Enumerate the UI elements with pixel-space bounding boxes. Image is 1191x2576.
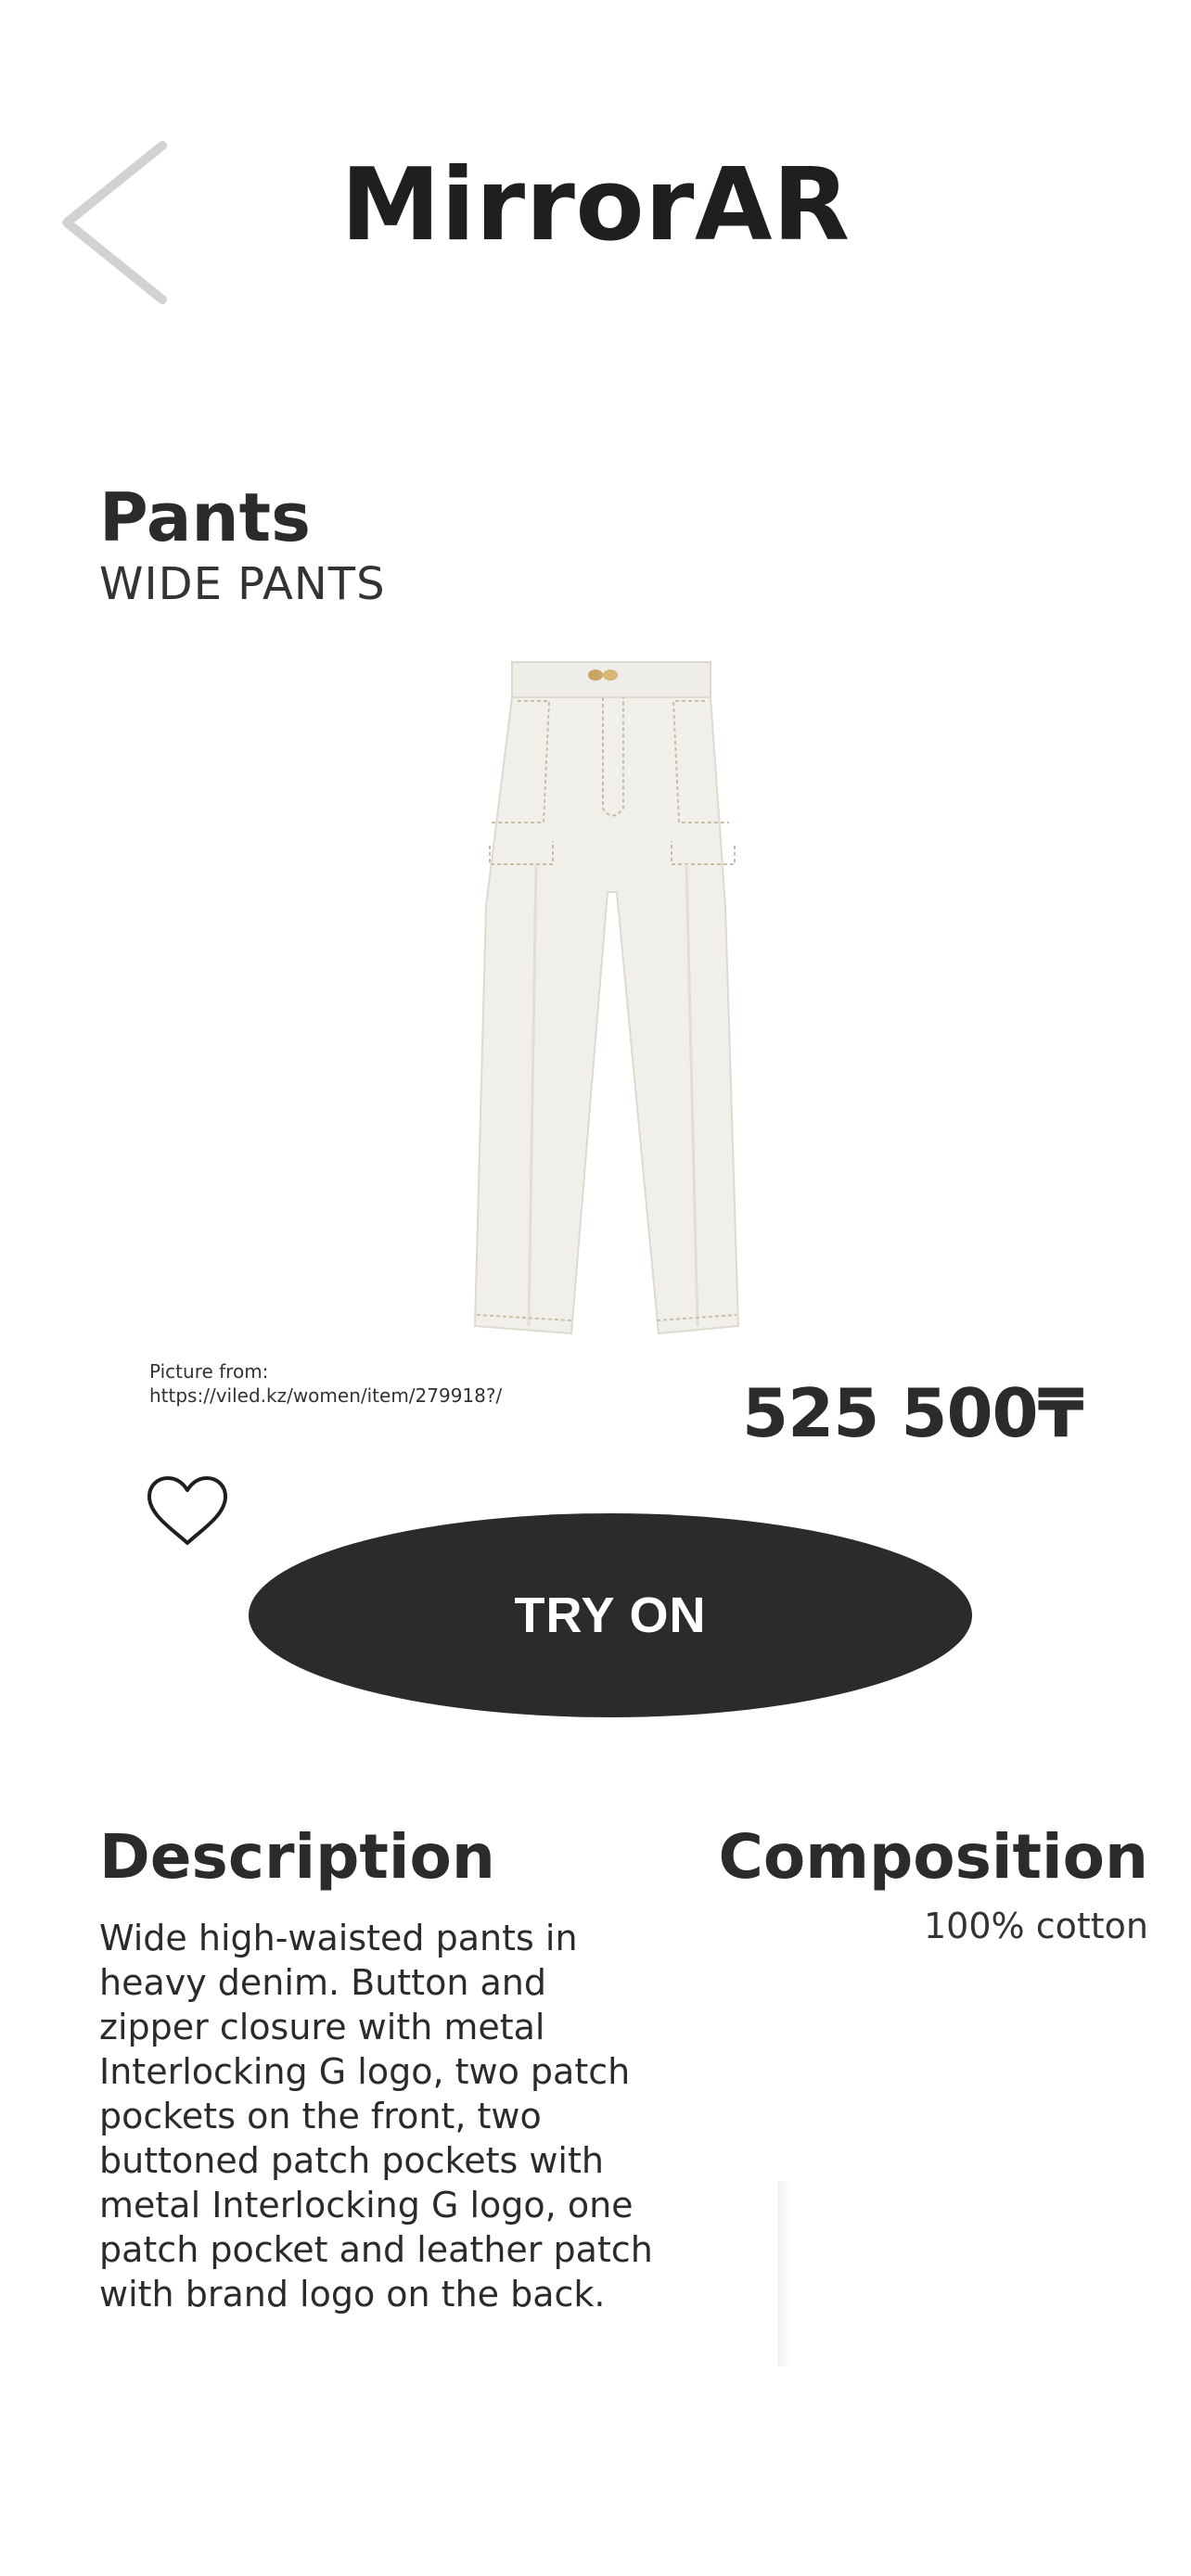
image-credit-url[interactable]: https://viled.kz/women/item/279918?/ <box>149 1384 502 1408</box>
composition-title: Composition <box>718 1821 1148 1893</box>
heart-outline-icon <box>147 1476 227 1545</box>
description-text: Wide high-waisted pants in heavy denim. … <box>99 1918 653 2315</box>
product-price: 525 500₸ <box>742 1374 1084 1452</box>
image-credit-label: Picture from: <box>149 1360 269 1383</box>
try-on-button[interactable]: TRY ON <box>249 1513 972 1717</box>
description-title: Description <box>99 1821 495 1893</box>
scroll-indicator <box>777 2181 790 2366</box>
product-image <box>464 660 761 1342</box>
product-category: Pants <box>99 478 311 556</box>
composition-text: 100% cotton <box>924 1906 1148 1946</box>
product-name: WIDE PANTS <box>99 558 386 610</box>
pants-illustration <box>473 661 740 1335</box>
favorite-button[interactable] <box>146 1474 229 1549</box>
app-title: MirrorAR <box>340 147 851 263</box>
image-credit: Picture from: https://viled.kz/women/ite… <box>149 1359 502 1408</box>
